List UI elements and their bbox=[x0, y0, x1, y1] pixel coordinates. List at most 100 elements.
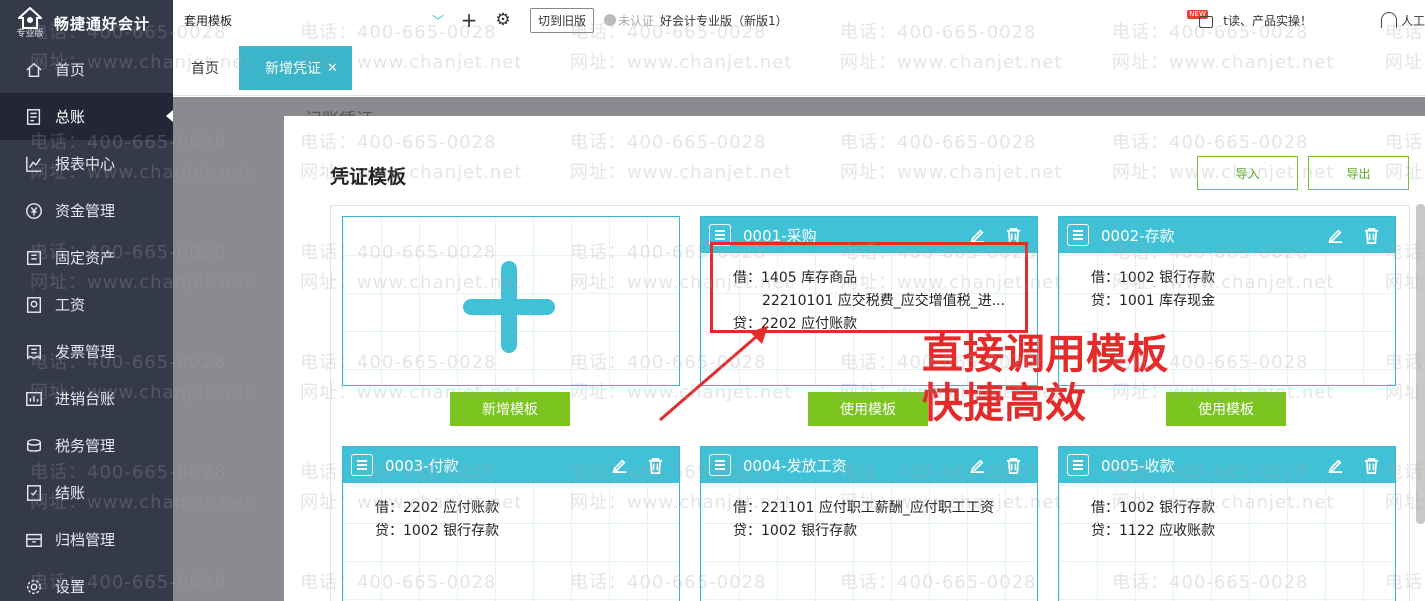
template-card[interactable]: 0003-付款 借：2202 应付账款 贷：1002 银行存款 bbox=[342, 446, 680, 601]
template-select[interactable]: 套用模板 ﹀ bbox=[184, 12, 446, 29]
credit-line: 贷：2202 应付账款 bbox=[733, 316, 858, 332]
sidebar-item-settings[interactable]: 设置 bbox=[0, 563, 173, 601]
sidebar-item-closing[interactable]: 结账 bbox=[0, 469, 173, 516]
template-card[interactable]: 0002-存款 借：1002 银行存款 贷：1001 库存现金 bbox=[1058, 216, 1396, 386]
deposit-icon bbox=[1067, 224, 1089, 246]
yuan-receipt-icon bbox=[1067, 454, 1089, 476]
debit-line: 借：1002 银行存款 bbox=[1091, 500, 1216, 516]
sidebar-item-salary[interactable]: 工资 bbox=[0, 281, 173, 328]
edit-icon[interactable] bbox=[967, 225, 987, 245]
brand[interactable]: 专业版 畅捷通好会计 bbox=[0, 0, 173, 46]
credit-line: 贷：1122 应收账款 bbox=[1091, 523, 1216, 539]
sidebar-item-inventory[interactable]: 进销台账 bbox=[0, 375, 173, 422]
debit-line: 借：221101 应付职工薪酬_应付职工工资 bbox=[733, 500, 994, 516]
inventory-icon bbox=[24, 389, 44, 409]
sidebar-item-fixed-assets[interactable]: 固定资产 bbox=[0, 234, 173, 281]
template-select-value: 套用模板 bbox=[184, 13, 233, 28]
sidebar-item-label: 报表中心 bbox=[55, 155, 116, 173]
import-button[interactable]: 导入 bbox=[1197, 156, 1298, 190]
export-button[interactable]: 导出 bbox=[1308, 156, 1409, 190]
sidebar-item-invoices[interactable]: 发票管理 bbox=[0, 328, 173, 375]
edit-icon[interactable] bbox=[1325, 455, 1345, 475]
card-title: 0003-付款 bbox=[385, 456, 459, 475]
home-icon bbox=[24, 60, 44, 80]
trash-icon[interactable] bbox=[1361, 455, 1381, 475]
use-template-button[interactable]: 使用模板 bbox=[1166, 392, 1286, 426]
scrollbar[interactable] bbox=[1416, 204, 1425, 524]
archive-icon bbox=[24, 530, 44, 550]
sidebar-item-tax[interactable]: 税务管理 bbox=[0, 422, 173, 469]
sidebar-item-label: 工资 bbox=[55, 296, 86, 314]
tab-home[interactable]: 首页 bbox=[191, 46, 219, 90]
add-template-card[interactable] bbox=[342, 216, 680, 386]
tab-bar: 首页 新增凭证 ✕ bbox=[173, 40, 1425, 96]
sidebar-item-reports[interactable]: 报表中心 bbox=[0, 140, 173, 187]
chart-icon bbox=[24, 154, 44, 174]
product-name: 好会计专业版（新版1） bbox=[660, 13, 788, 28]
gear-icon bbox=[24, 577, 44, 597]
trash-icon[interactable] bbox=[1003, 225, 1023, 245]
card-body: 借：221101 应付职工薪酬_应付职工工资 贷：1002 银行存款 bbox=[701, 483, 1037, 543]
news-link[interactable]: NEW t读、产品实操！ bbox=[1187, 10, 1312, 30]
template-card[interactable]: 0004-发放工资 借：221101 应付职工薪酬_应付职工工资 贷：1002 … bbox=[700, 446, 1038, 601]
add-template-button[interactable]: 新增模板 bbox=[450, 392, 570, 426]
plus-icon bbox=[463, 261, 555, 353]
sidebar-item-label: 首页 bbox=[55, 61, 86, 79]
edit-icon[interactable] bbox=[967, 455, 987, 475]
card-header: 0002-存款 bbox=[1059, 217, 1395, 253]
chevron-down-icon: ﹀ bbox=[431, 13, 444, 28]
sidebar-item-label: 设置 bbox=[55, 578, 86, 596]
credit-line: 贷：1002 银行存款 bbox=[375, 523, 500, 539]
credit-line: 贷：1001 库存现金 bbox=[1091, 293, 1216, 309]
card-title: 0005-收款 bbox=[1101, 456, 1175, 475]
sidebar-item-label: 固定资产 bbox=[55, 249, 116, 267]
edit-icon[interactable] bbox=[1325, 225, 1345, 245]
debit-line: 22210101 应交税费_应交增值税_进... bbox=[762, 293, 1006, 309]
trash-icon[interactable] bbox=[1361, 225, 1381, 245]
add-icon[interactable]: + bbox=[458, 8, 480, 32]
card-header: 0005-收款 bbox=[1059, 447, 1395, 483]
sidebar-item-archive[interactable]: 归档管理 bbox=[0, 516, 173, 563]
tab-label: 新增凭证 bbox=[265, 61, 321, 77]
card-body: 借：2202 应付账款 贷：1002 银行存款 bbox=[343, 483, 679, 543]
top-bar: 套用模板 ﹀ + ⚙ 切到旧版 未认证 好会计专业版（新版1） NEW t读、产… bbox=[173, 0, 1425, 40]
headset-icon bbox=[1380, 12, 1397, 28]
certification-status[interactable]: 未认证 bbox=[604, 12, 654, 29]
use-template-button[interactable]: 使用模板 bbox=[808, 392, 928, 426]
sidebar-item-label: 归档管理 bbox=[55, 531, 116, 549]
close-icon[interactable]: ✕ bbox=[327, 61, 338, 76]
card-header: 0001-采购 bbox=[701, 217, 1037, 253]
gear-icon[interactable]: ⚙ bbox=[492, 9, 514, 31]
tab-new-voucher[interactable]: 新增凭证 ✕ bbox=[239, 46, 352, 90]
brand-name: 畅捷通好会计 bbox=[54, 14, 151, 33]
switch-old-version-button[interactable]: 切到旧版 bbox=[530, 7, 595, 33]
brand-logo: 专业版 bbox=[12, 5, 48, 41]
sidebar-item-label: 结账 bbox=[55, 484, 86, 502]
debit-line: 借：2202 应付账款 bbox=[375, 500, 500, 516]
logo-icon bbox=[18, 7, 42, 29]
sidebar-item-funds[interactable]: 资金管理 bbox=[0, 187, 173, 234]
card-header: 0003-付款 bbox=[343, 447, 679, 483]
modal-title: 凭证模板 bbox=[330, 166, 407, 188]
sidebar-item-home[interactable]: 首页 bbox=[0, 46, 173, 93]
trash-icon[interactable] bbox=[645, 455, 665, 475]
trash-icon[interactable] bbox=[1003, 455, 1023, 475]
card-title: 0002-存款 bbox=[1101, 226, 1175, 245]
asset-icon bbox=[24, 248, 44, 268]
edit-icon[interactable] bbox=[609, 455, 629, 475]
debit-line: 借：1002 银行存款 bbox=[1091, 270, 1216, 286]
shield-icon bbox=[604, 14, 617, 26]
template-card[interactable]: 0005-收款 借：1002 银行存款 贷：1122 应收账款 bbox=[1058, 446, 1396, 601]
template-card[interactable]: 0001-采购 借：1405 库存商品 22210101 应交税费_应交增值税_… bbox=[700, 216, 1038, 386]
closing-icon bbox=[24, 483, 44, 503]
sidebar-item-label: 进销台账 bbox=[55, 390, 116, 408]
payment-icon bbox=[351, 454, 373, 476]
credit-line: 贷：1002 银行存款 bbox=[733, 523, 858, 539]
sidebar-item-ledger[interactable]: 总账 bbox=[0, 93, 173, 140]
sidebar-item-label: 总账 bbox=[55, 108, 86, 126]
cert-status-text: 未认证 bbox=[618, 13, 655, 28]
invoice-icon bbox=[709, 224, 731, 246]
support-link[interactable]: 人工 bbox=[1380, 12, 1425, 29]
ledger-icon bbox=[24, 107, 44, 127]
sidebar-item-label: 发票管理 bbox=[55, 343, 116, 361]
